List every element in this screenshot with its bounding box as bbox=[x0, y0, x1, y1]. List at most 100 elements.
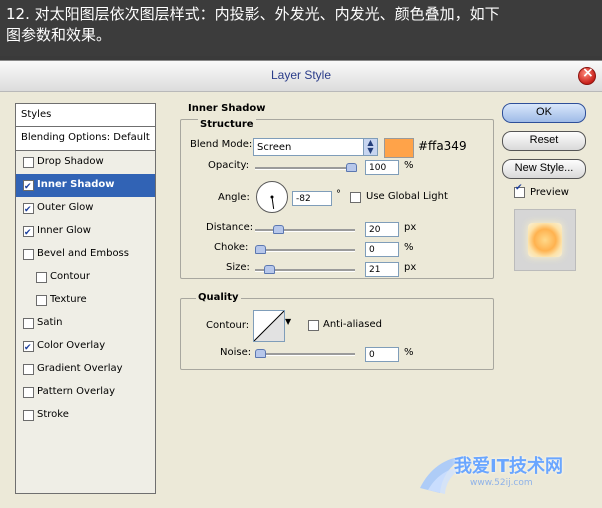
style-item-checkbox[interactable] bbox=[23, 318, 34, 329]
style-item[interactable]: Pattern Overlay bbox=[16, 381, 155, 404]
style-item-checkbox[interactable] bbox=[23, 222, 34, 244]
angle-label: Angle: bbox=[218, 192, 250, 203]
opacity-unit: % bbox=[404, 160, 414, 171]
noise-slider-thumb[interactable] bbox=[255, 349, 266, 358]
structure-heading: Structure bbox=[198, 119, 256, 130]
noise-label: Noise: bbox=[220, 347, 252, 358]
watermark-text: 我爱IT技术网 bbox=[454, 456, 563, 477]
style-item[interactable]: Drop Shadow bbox=[16, 151, 155, 174]
distance-input[interactable]: 20 bbox=[365, 222, 399, 237]
style-item-checkbox[interactable] bbox=[36, 295, 47, 306]
blend-mode-label: Blend Mode: bbox=[190, 139, 253, 150]
style-item-label: Inner Glow bbox=[37, 225, 91, 236]
style-item-label: Outer Glow bbox=[37, 202, 94, 213]
style-item-label: Satin bbox=[37, 317, 63, 328]
shadow-color-swatch[interactable] bbox=[384, 138, 414, 158]
choke-slider-thumb[interactable] bbox=[255, 245, 266, 254]
opacity-slider-thumb[interactable] bbox=[346, 163, 357, 172]
watermark-url: www.52ij.com bbox=[470, 478, 533, 488]
style-item[interactable]: Satin bbox=[16, 312, 155, 335]
choke-unit: % bbox=[404, 242, 414, 253]
noise-slider[interactable] bbox=[255, 349, 355, 358]
distance-slider-thumb[interactable] bbox=[273, 225, 285, 234]
caption-line-1: 12. 对太阳图层依次图层样式：内投影、外发光、内发光、颜色叠加，如下 bbox=[6, 5, 500, 23]
reset-button[interactable]: Reset bbox=[502, 131, 586, 151]
style-item-checkbox[interactable] bbox=[23, 410, 34, 421]
style-item-checkbox[interactable] bbox=[23, 157, 34, 168]
contour-label: Contour: bbox=[206, 320, 250, 331]
caption-line-2: 图参数和效果。 bbox=[6, 26, 112, 44]
use-global-light-label: Use Global Light bbox=[366, 191, 448, 202]
style-item[interactable]: Color Overlay bbox=[16, 335, 155, 359]
section-heading-inner-shadow: Inner Shadow bbox=[188, 103, 266, 114]
anti-aliased-checkbox[interactable] bbox=[308, 320, 319, 331]
dialog-title: Layer Style bbox=[270, 68, 332, 82]
style-item[interactable]: Contour bbox=[16, 266, 155, 289]
style-item-label: Contour bbox=[50, 271, 90, 282]
new-style-button[interactable]: New Style... bbox=[502, 159, 586, 179]
style-item[interactable]: Bevel and Emboss bbox=[16, 243, 155, 266]
choke-input[interactable]: 0 bbox=[365, 242, 399, 257]
site-watermark: 我爱IT技术网 www.52ij.com bbox=[410, 438, 600, 502]
close-icon[interactable] bbox=[578, 65, 596, 85]
preview-checkbox[interactable] bbox=[514, 183, 525, 198]
size-label: Size: bbox=[226, 262, 250, 273]
size-slider[interactable] bbox=[255, 265, 355, 274]
angle-needle-icon bbox=[270, 195, 275, 209]
select-arrows-icon: ▲ ▼ bbox=[363, 139, 377, 155]
opacity-label: Opacity: bbox=[208, 160, 250, 171]
style-item-checkbox[interactable] bbox=[23, 176, 34, 198]
blend-mode-value: Screen bbox=[257, 142, 292, 153]
style-item[interactable]: Stroke bbox=[16, 404, 155, 427]
style-item-label: Gradient Overlay bbox=[37, 363, 123, 374]
use-global-light-checkbox[interactable] bbox=[350, 192, 361, 203]
sun-preview-swatch bbox=[528, 223, 562, 257]
style-item-checkbox[interactable] bbox=[23, 249, 34, 260]
distance-unit: px bbox=[404, 222, 417, 233]
angle-input[interactable]: -82 bbox=[292, 191, 332, 206]
distance-label: Distance: bbox=[206, 222, 254, 233]
style-item-checkbox[interactable] bbox=[23, 199, 34, 221]
style-item-label: Stroke bbox=[37, 409, 69, 420]
contour-picker[interactable] bbox=[253, 310, 285, 342]
preview-label: Preview bbox=[530, 187, 569, 198]
ok-button[interactable]: OK bbox=[502, 103, 586, 123]
style-item[interactable]: Outer Glow bbox=[16, 197, 155, 221]
contour-dropdown-icon[interactable]: ▼ bbox=[285, 317, 291, 326]
distance-slider[interactable] bbox=[255, 225, 355, 234]
tutorial-caption: 12. 对太阳图层依次图层样式：内投影、外发光、内发光、颜色叠加，如下 图参数和… bbox=[0, 0, 602, 56]
style-item-label: Inner Shadow bbox=[37, 179, 115, 190]
size-input[interactable]: 21 bbox=[365, 262, 399, 277]
style-item[interactable]: Inner Glow bbox=[16, 220, 155, 244]
style-item-checkbox[interactable] bbox=[36, 272, 47, 283]
size-slider-thumb[interactable] bbox=[264, 265, 276, 274]
style-item[interactable]: Inner Shadow bbox=[16, 174, 155, 198]
dialog-titlebar[interactable]: Layer Style bbox=[0, 61, 602, 92]
quality-groupbox bbox=[180, 298, 494, 370]
contour-curve-icon bbox=[253, 310, 285, 342]
angle-unit: ° bbox=[336, 189, 341, 200]
style-item[interactable]: Gradient Overlay bbox=[16, 358, 155, 381]
style-item-label: Pattern Overlay bbox=[37, 386, 116, 397]
style-preview-thumbnail bbox=[514, 209, 576, 271]
choke-slider[interactable] bbox=[255, 245, 355, 254]
noise-input[interactable]: 0 bbox=[365, 347, 399, 362]
style-item-checkbox[interactable] bbox=[23, 364, 34, 375]
style-item-label: Texture bbox=[50, 294, 87, 305]
styles-header[interactable]: Styles bbox=[16, 104, 155, 127]
style-item-checkbox[interactable] bbox=[23, 337, 34, 359]
angle-dial[interactable] bbox=[256, 181, 288, 213]
blend-mode-select[interactable]: Screen ▲ ▼ bbox=[253, 138, 378, 156]
choke-label: Choke: bbox=[214, 242, 249, 253]
style-item-checkbox[interactable] bbox=[23, 387, 34, 398]
blending-options-item[interactable]: Blending Options: Default bbox=[16, 127, 155, 151]
opacity-slider[interactable] bbox=[255, 163, 357, 172]
style-item-label: Color Overlay bbox=[37, 340, 106, 351]
styles-list: Styles Blending Options: Default Drop Sh… bbox=[15, 103, 156, 494]
style-items-container: Drop Shadow Inner Shadow Outer Glow Inner G… bbox=[16, 151, 155, 427]
style-item[interactable]: Texture bbox=[16, 289, 155, 312]
opacity-input[interactable]: 100 bbox=[365, 160, 399, 175]
style-item-label: Drop Shadow bbox=[37, 156, 104, 167]
style-item-label: Bevel and Emboss bbox=[37, 248, 129, 259]
shadow-color-hex: #ffa349 bbox=[418, 139, 467, 153]
